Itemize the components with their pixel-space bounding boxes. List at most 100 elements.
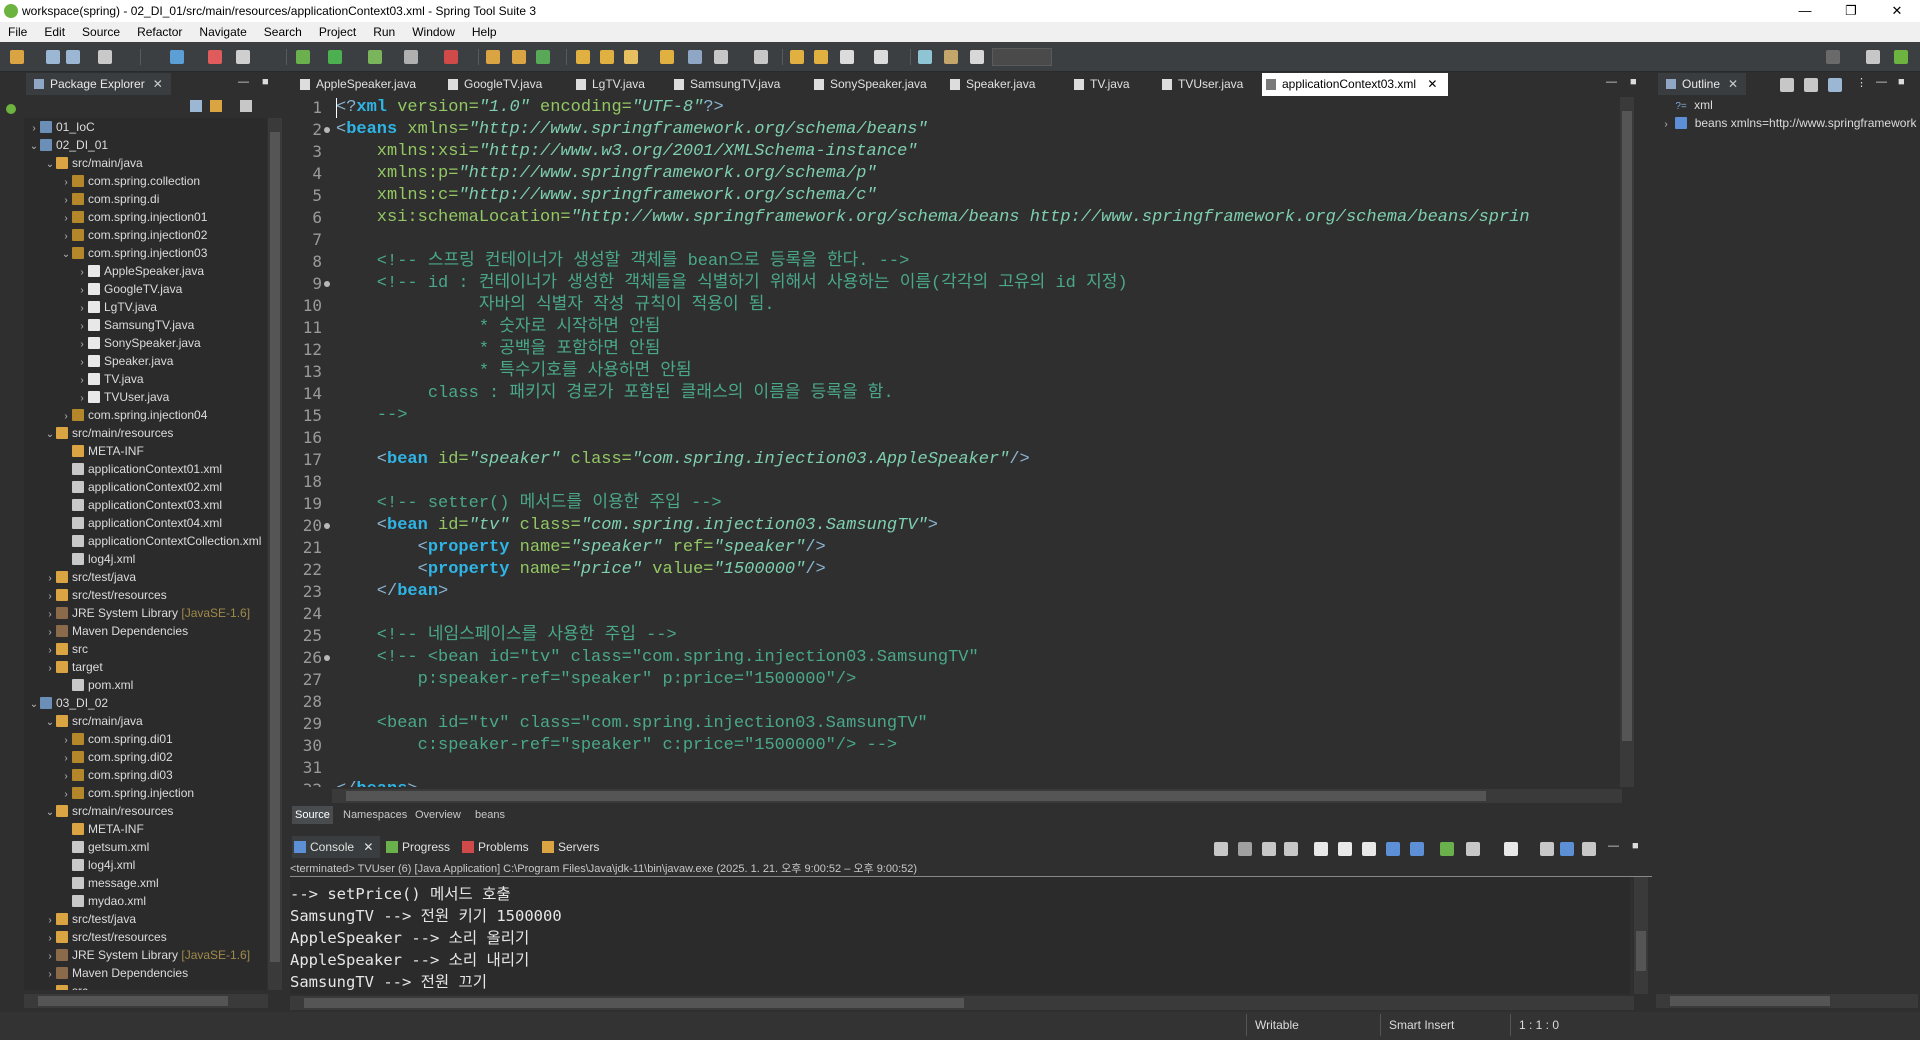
tree-item[interactable]: log4j.xml bbox=[60, 550, 135, 568]
close-icon[interactable]: ✕ bbox=[153, 77, 163, 91]
clear-console-icon[interactable] bbox=[1314, 842, 1328, 856]
tree-item[interactable]: › JRE System Library [JavaSE-1.6] bbox=[44, 604, 250, 622]
pin-console-icon[interactable] bbox=[1214, 842, 1228, 856]
word-wrap-icon[interactable] bbox=[1362, 842, 1376, 856]
tree-item[interactable]: › src/test/resources bbox=[44, 928, 166, 946]
source-tab-source[interactable]: Source bbox=[292, 806, 333, 824]
tree-item[interactable]: › LgTV.java bbox=[76, 298, 157, 316]
menu-search[interactable]: Search bbox=[256, 25, 311, 39]
tree-vertical-scrollbar[interactable] bbox=[268, 118, 282, 990]
new-class-icon[interactable] bbox=[536, 50, 550, 64]
tree-item[interactable]: log4j.xml bbox=[60, 856, 135, 874]
editor-tab[interactable]: applicationContext03.xml ✕ bbox=[1262, 73, 1448, 96]
new-package-icon[interactable] bbox=[512, 50, 526, 64]
remove-all-terminated-icon[interactable] bbox=[1284, 842, 1298, 856]
outline-view-menu-icon[interactable]: ⋮ bbox=[1856, 76, 1867, 89]
tree-horizontal-scrollbar[interactable] bbox=[24, 994, 268, 1008]
tree-item[interactable]: › com.spring.injection01 bbox=[60, 208, 207, 226]
source-tab-namespaces[interactable]: Namespaces bbox=[340, 806, 410, 824]
annotation-icon[interactable] bbox=[714, 50, 728, 64]
tree-item[interactable]: › SonySpeaker.java bbox=[76, 334, 200, 352]
forward-history-icon[interactable] bbox=[814, 50, 828, 64]
code-editor[interactable]: 1 <?xml version="1.0" encoding="UTF-8"?> 2… bbox=[290, 97, 1620, 787]
collapse-all-icon[interactable] bbox=[190, 100, 202, 112]
open-task-icon[interactable] bbox=[600, 50, 614, 64]
outline-sort-icon[interactable] bbox=[1780, 78, 1794, 92]
tree-item[interactable]: › com.spring.injection bbox=[60, 784, 194, 802]
editor-tab[interactable]: Speaker.java bbox=[946, 73, 1054, 96]
tree-expander[interactable]: ⌄ bbox=[44, 804, 56, 822]
close-icon[interactable]: ✕ bbox=[1728, 77, 1738, 91]
console-settings-icon[interactable] bbox=[1582, 842, 1596, 856]
next-annotation-icon[interactable] bbox=[754, 50, 768, 64]
tree-item[interactable]: applicationContext02.xml bbox=[60, 478, 222, 496]
outline-tab[interactable]: Outline ✕ bbox=[1658, 73, 1747, 95]
outline-collapse-icon[interactable] bbox=[1804, 78, 1818, 92]
save-all-icon[interactable] bbox=[66, 50, 80, 64]
scroll-lock-icon[interactable] bbox=[1338, 842, 1352, 856]
tree-item[interactable]: ⌄ com.spring.injection03 bbox=[60, 244, 208, 264]
pin-editor-icon[interactable] bbox=[918, 50, 932, 64]
tree-item[interactable]: › com.spring.di bbox=[60, 190, 159, 208]
tree-item[interactable]: › GoogleTV.java bbox=[76, 280, 182, 298]
console-vertical-scrollbar[interactable] bbox=[1634, 877, 1648, 994]
tree-expander[interactable]: › bbox=[44, 984, 56, 990]
stop-icon[interactable] bbox=[404, 50, 418, 64]
editor-tab[interactable]: TV.java bbox=[1070, 73, 1146, 96]
tree-item[interactable]: › Maven Dependencies bbox=[44, 622, 188, 640]
menu-edit[interactable]: Edit bbox=[36, 25, 74, 39]
tree-item[interactable]: › com.spring.di03 bbox=[60, 766, 172, 784]
back-icon[interactable] bbox=[840, 50, 854, 64]
search-toolbar-icon[interactable] bbox=[624, 50, 638, 64]
tree-item[interactable]: › JRE System Library [JavaSE-1.6] bbox=[44, 946, 250, 964]
open-perspective-icon[interactable] bbox=[1866, 50, 1880, 64]
fold-marker-icon[interactable] bbox=[324, 655, 330, 661]
tree-item[interactable]: › src bbox=[44, 982, 88, 990]
tree-item[interactable]: › TV.java bbox=[76, 370, 143, 388]
new-console-view-icon[interactable] bbox=[1504, 842, 1518, 856]
tree-item[interactable]: pom.xml bbox=[60, 676, 133, 694]
source-tab-overview[interactable]: Overview bbox=[412, 806, 464, 824]
outline-item[interactable]: ?= xml bbox=[1660, 96, 1712, 114]
close-button[interactable]: ✕ bbox=[1874, 0, 1920, 22]
package-explorer-tab[interactable]: Package Explorer ✕ bbox=[26, 73, 171, 95]
console-tab-problems[interactable]: Problems bbox=[460, 836, 534, 858]
menu-navigate[interactable]: Navigate bbox=[191, 25, 255, 39]
tree-item[interactable]: applicationContext03.xml bbox=[60, 496, 222, 514]
debug-run-icon[interactable] bbox=[296, 50, 310, 64]
fold-marker-icon[interactable] bbox=[324, 523, 330, 529]
menu-project[interactable]: Project bbox=[311, 25, 365, 39]
console-horizontal-scrollbar[interactable] bbox=[290, 996, 1634, 1010]
tree-item[interactable]: ⌄ src/main/resources bbox=[44, 802, 174, 822]
open-console-icon[interactable] bbox=[1440, 842, 1454, 856]
spring-boot-dashboard-icon[interactable] bbox=[208, 50, 222, 64]
open-type-icon[interactable] bbox=[576, 50, 590, 64]
console-tab-servers[interactable]: Servers bbox=[540, 836, 610, 858]
outline-item[interactable]: › beans xmlns=http://www.springframework bbox=[1660, 114, 1918, 132]
tree-expander[interactable]: ⌄ bbox=[60, 246, 72, 264]
tree-expander[interactable]: ⌄ bbox=[44, 714, 56, 732]
fold-marker-icon[interactable] bbox=[324, 281, 330, 287]
editor-maximize-icon[interactable]: ■ bbox=[1630, 76, 1637, 88]
view-menu-icon[interactable] bbox=[240, 100, 252, 112]
external-tools-icon[interactable] bbox=[444, 50, 458, 64]
tree-expander[interactable]: ⌄ bbox=[28, 138, 40, 156]
editor-vertical-scrollbar[interactable] bbox=[1620, 97, 1634, 787]
menu-help[interactable]: Help bbox=[464, 25, 506, 39]
display-selected-console-icon[interactable] bbox=[1466, 842, 1480, 856]
web-browser-icon[interactable] bbox=[688, 50, 702, 64]
debug-icon[interactable] bbox=[236, 50, 250, 64]
tree-item[interactable]: › AppleSpeaker.java bbox=[76, 262, 204, 280]
tree-item[interactable]: META-INF bbox=[60, 820, 144, 838]
spring-perspective-icon[interactable] bbox=[1894, 50, 1908, 64]
tree-expander[interactable]: ⌄ bbox=[44, 156, 56, 174]
tree-item[interactable]: › com.spring.di01 bbox=[60, 730, 172, 748]
editor-tab[interactable]: GoogleTV.java bbox=[444, 73, 560, 96]
tree-item[interactable]: › Speaker.java bbox=[76, 352, 173, 370]
terminate-icon[interactable] bbox=[1238, 842, 1252, 856]
last-edit-icon[interactable] bbox=[790, 50, 804, 64]
tree-item[interactable]: › SamsungTV.java bbox=[76, 316, 194, 334]
console-tab-progress[interactable]: Progress bbox=[384, 836, 454, 858]
skip-breakpoints-icon[interactable] bbox=[170, 50, 184, 64]
coverage-icon[interactable] bbox=[368, 50, 382, 64]
